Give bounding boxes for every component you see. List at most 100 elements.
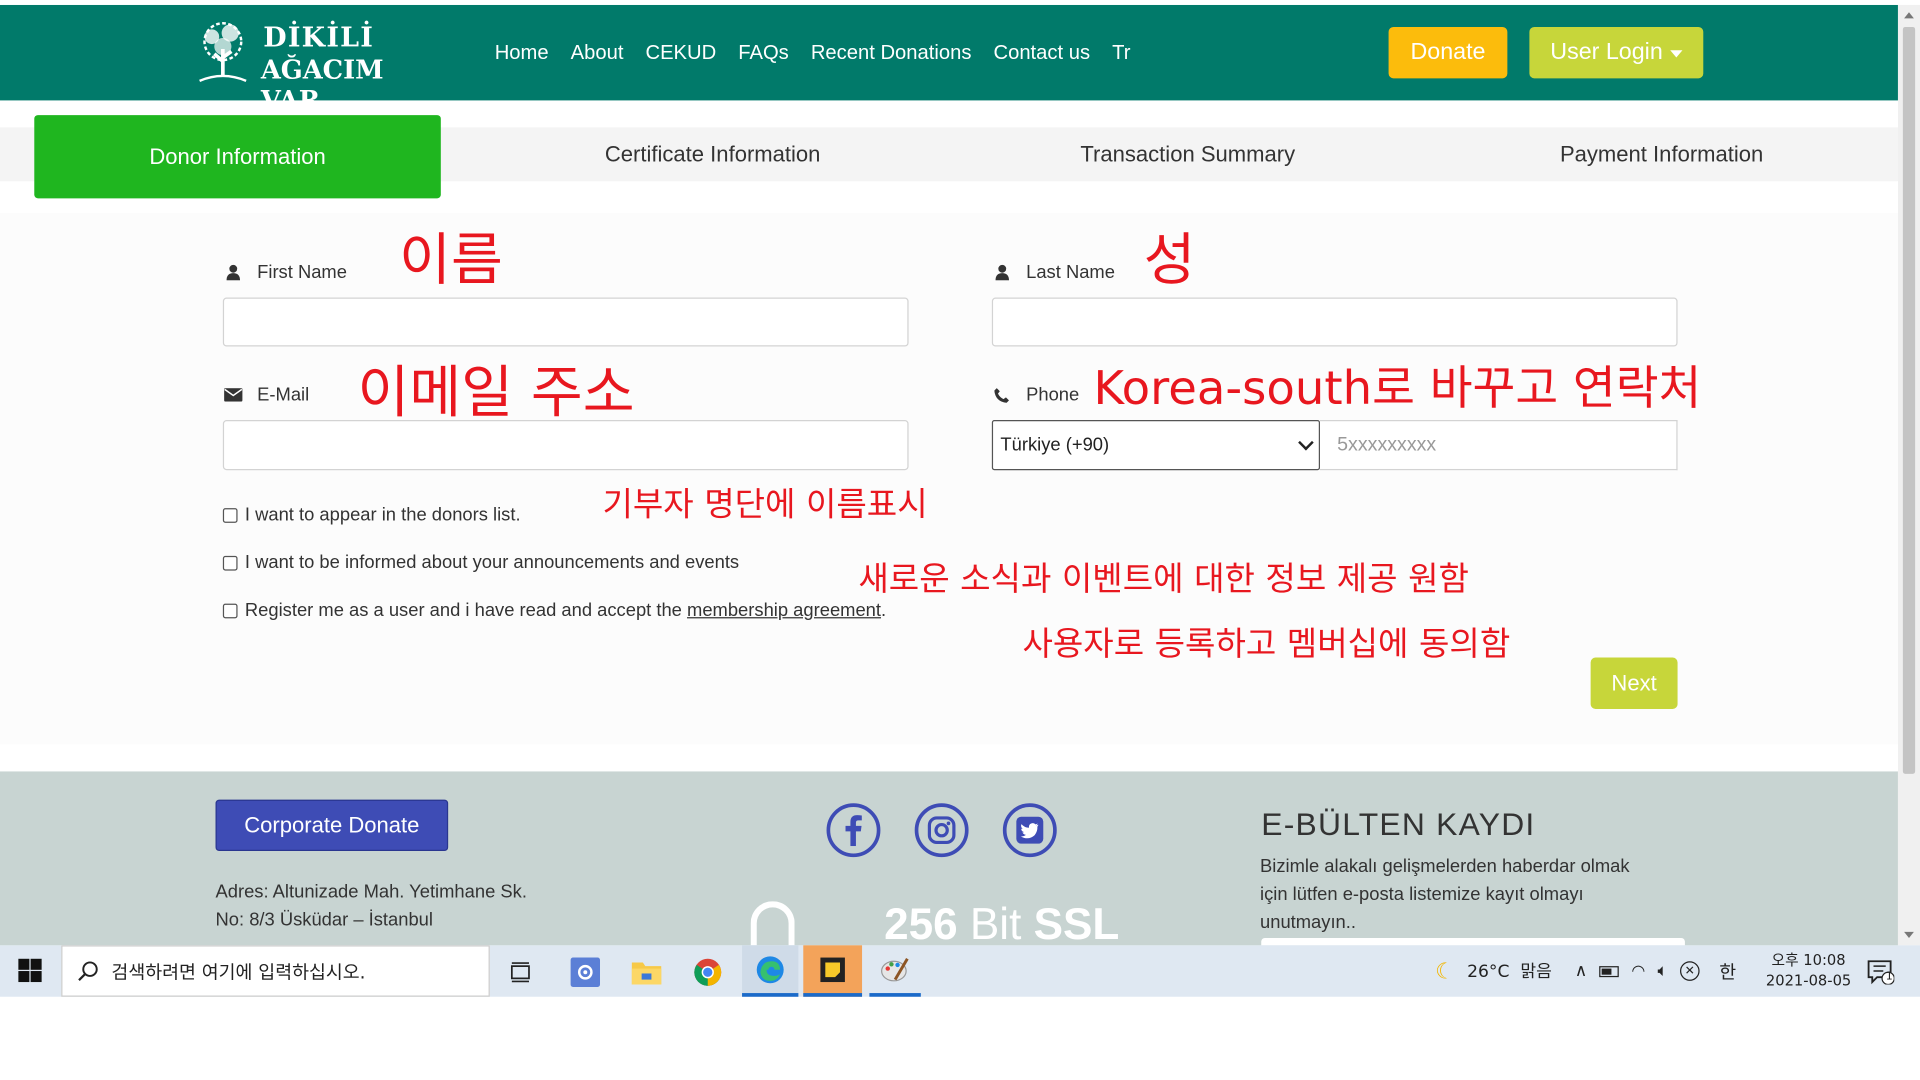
step-payment-information[interactable]: Payment Information xyxy=(1425,127,1898,181)
step-label: Transaction Summary xyxy=(1080,141,1296,166)
caret-down-icon xyxy=(1670,50,1683,58)
network-error-icon[interactable]: ✕ xyxy=(1680,961,1700,981)
volume-icon[interactable]: 🔈︎ xyxy=(1657,961,1667,981)
annotation-informed: 새로운 소식과 이벤트에 대한 정보 제공 원함 xyxy=(858,560,1469,599)
newsletter-description: Bizimle alakalı gelişmelerden haberdar o… xyxy=(1260,855,1630,934)
sticky-notes-icon[interactable] xyxy=(803,945,863,997)
twitter-icon[interactable] xyxy=(1002,803,1057,858)
task-view-icon[interactable] xyxy=(496,953,545,992)
navbar: DİKİLİ AĞACIM VAR Home About CEKUD FAQs … xyxy=(0,4,1898,115)
informed-checkbox-row[interactable]: I want to be informed about your announc… xyxy=(222,552,740,574)
annotation-last-name: 성 xyxy=(1143,226,1196,293)
system-tray: ∧ ◠ 🔈︎ ✕ 한 xyxy=(1575,945,1736,996)
search-placeholder: 검색하려면 여기에 입력하십시오. xyxy=(111,960,366,983)
next-label: Next xyxy=(1611,670,1657,695)
newsletter-title: E-BÜLTEN KAYDI xyxy=(1261,805,1536,843)
site-logo[interactable]: DİKİLİ AĞACIM VAR xyxy=(190,20,435,115)
country-code-select[interactable]: Türkiye (+90) xyxy=(991,420,1321,471)
user-icon xyxy=(223,264,243,281)
ssl-number: 256 xyxy=(884,898,958,946)
wifi-icon[interactable]: ◠ xyxy=(1631,962,1645,980)
edge-icon[interactable] xyxy=(742,945,799,997)
browser-viewport: DİKİLİ AĞACIM VAR Home About CEKUD FAQs … xyxy=(0,4,1898,946)
chrome-icon[interactable] xyxy=(683,953,732,992)
corporate-donate-label: Corporate Donate xyxy=(244,812,420,837)
register-checkbox-label: Register me as a user and i have read an… xyxy=(244,600,688,621)
windows-start-icon[interactable] xyxy=(18,958,42,983)
screen: DİKİLİ AĞACIM VAR Home About CEKUD FAQs … xyxy=(0,0,1920,1078)
first-name-label-text: First Name xyxy=(257,262,347,283)
corporate-donate-button[interactable]: Corporate Donate xyxy=(215,799,449,852)
donors-list-checkbox-label: I want to appear in the donors list. xyxy=(244,504,521,526)
ssl-bit: Bit xyxy=(957,898,1034,946)
country-code-value: Türkiye (+90) xyxy=(1000,434,1110,456)
email-label-text: E-Mail xyxy=(257,384,310,406)
step-donor-information[interactable]: Donor Information xyxy=(34,115,441,199)
ssl-badge: 256 Bit SSL xyxy=(884,899,1119,946)
phone-input[interactable]: 5xxxxxxxxx xyxy=(1320,420,1678,471)
footer: Corporate Donate Adres: Altunizade Mah. … xyxy=(0,771,1898,946)
facebook-icon[interactable] xyxy=(826,803,881,858)
annotation-first-name: 이름 xyxy=(399,226,503,293)
user-login-dropdown[interactable]: User Login xyxy=(1529,26,1704,79)
notification-count-badge: 1 xyxy=(1885,971,1893,984)
user-icon xyxy=(992,264,1012,281)
nav-home[interactable]: Home xyxy=(495,42,549,65)
step-certificate-information[interactable]: Certificate Information xyxy=(475,127,950,181)
informed-checkbox[interactable] xyxy=(222,555,238,571)
donate-label: Donate xyxy=(1410,39,1486,65)
informed-checkbox-label: I want to be informed about your announc… xyxy=(244,552,740,574)
app-settings-icon[interactable] xyxy=(561,953,610,992)
nav-about[interactable]: About xyxy=(571,42,624,65)
next-button[interactable]: Next xyxy=(1590,657,1678,709)
ime-indicator[interactable]: 한 xyxy=(1719,958,1736,984)
donate-button[interactable]: Donate xyxy=(1388,26,1508,79)
clock-date: 2021-08-05 xyxy=(1765,972,1852,990)
last-name-input[interactable] xyxy=(991,297,1678,347)
email-label: E-Mail xyxy=(223,384,309,405)
annotation-email: 이메일 주소 xyxy=(357,358,635,425)
first-name-input[interactable] xyxy=(222,297,909,347)
weather-widget[interactable]: ☾ 26°C 맑음 xyxy=(1435,945,1552,996)
membership-agreement-link[interactable]: membership agreement xyxy=(687,600,881,621)
register-checkbox[interactable] xyxy=(222,603,238,618)
chevron-up-icon[interactable]: ∧ xyxy=(1575,961,1588,981)
lock-icon xyxy=(750,901,795,946)
nav-menu: Home About CEKUD FAQs Recent Donations C… xyxy=(495,42,1153,65)
scroll-up-arrow-icon[interactable] xyxy=(1904,12,1914,19)
paint-icon[interactable] xyxy=(869,945,921,997)
page-scrollbar[interactable] xyxy=(1897,4,1920,946)
register-checkbox-row[interactable]: Register me as a user and i have read an… xyxy=(222,600,887,621)
first-name-label: First Name xyxy=(223,262,347,283)
scroll-down-arrow-icon[interactable] xyxy=(1904,931,1914,938)
step-label: Payment Information xyxy=(1559,141,1764,166)
phone-icon xyxy=(992,387,1012,403)
login-label: User Login xyxy=(1550,39,1663,65)
file-explorer-icon[interactable] xyxy=(622,953,671,992)
search-icon xyxy=(78,961,98,981)
logo-text-line1: DİKİLİ xyxy=(263,22,375,54)
step-transaction-summary[interactable]: Transaction Summary xyxy=(950,127,1425,181)
battery-icon[interactable] xyxy=(1599,965,1620,977)
annotation-donors-list: 기부자 명단에 이름표시 xyxy=(602,486,928,525)
register-checkbox-suffix: . xyxy=(881,600,887,621)
scrollbar-thumb[interactable] xyxy=(1902,26,1916,774)
taskbar-search-box[interactable]: 검색하려면 여기에 입력하십시오. xyxy=(61,945,490,997)
nav-faqs[interactable]: FAQs xyxy=(738,42,789,65)
newsletter-email-input[interactable] xyxy=(1261,937,1685,946)
chevron-down-icon xyxy=(1298,434,1314,451)
nav-cekud[interactable]: CEKUD xyxy=(645,42,716,65)
nav-contact[interactable]: Contact us xyxy=(993,42,1090,65)
taskbar-clock[interactable]: 오후 10:08 2021-08-05 xyxy=(1761,950,1857,992)
instagram-icon[interactable] xyxy=(914,803,969,858)
logo-text-line2: AĞACIM VAR xyxy=(260,53,384,116)
donors-list-checkbox[interactable] xyxy=(222,507,238,523)
last-name-label-text: Last Name xyxy=(1026,262,1115,283)
clock-time: 오후 10:08 xyxy=(1771,951,1846,969)
notification-center-icon[interactable]: 1 xyxy=(1856,953,1905,992)
nav-language-tr[interactable]: Tr xyxy=(1112,42,1130,65)
donors-list-checkbox-row[interactable]: I want to appear in the donors list. xyxy=(222,504,521,526)
nav-recent-donations[interactable]: Recent Donations xyxy=(811,42,972,65)
ssl-text: SSL xyxy=(1033,898,1120,946)
annotation-phone: Korea-south로 바꾸고 연락처 xyxy=(1093,361,1702,416)
